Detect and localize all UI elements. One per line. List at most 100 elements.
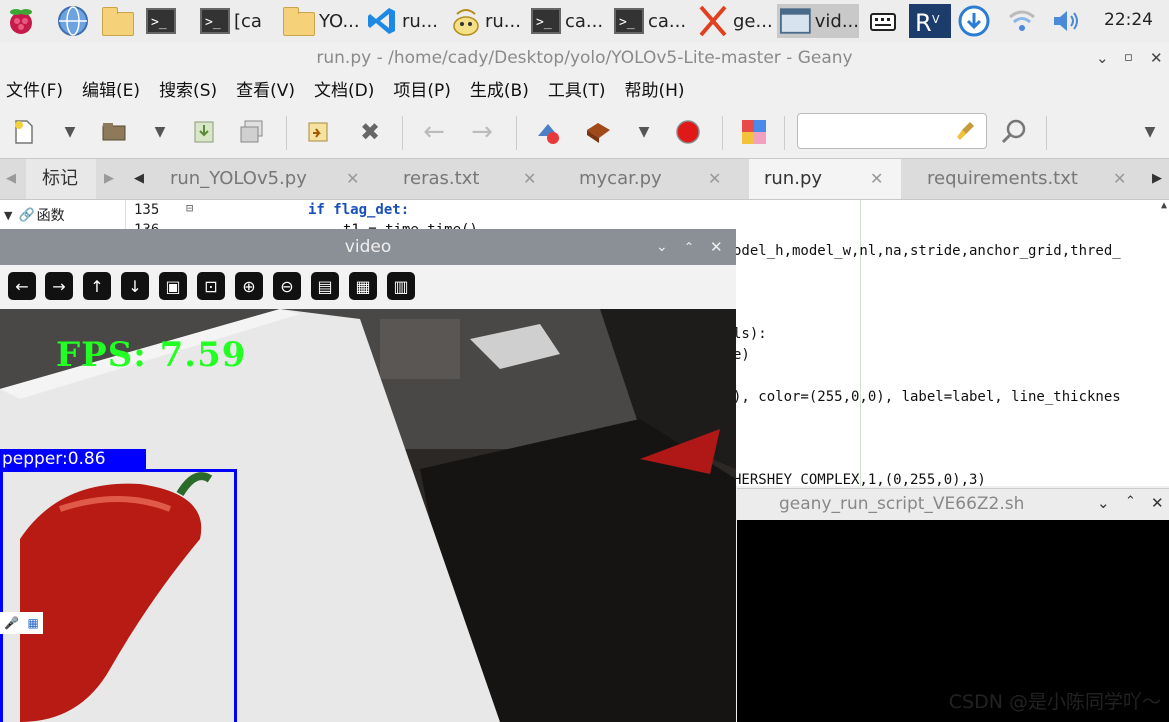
build-dropdown[interactable]: ▼ <box>630 118 658 146</box>
wifi-tray-button[interactable] <box>1006 4 1038 38</box>
close-icon[interactable]: ✕ <box>1150 42 1163 74</box>
menu-edit[interactable]: 编辑(E) <box>82 76 140 106</box>
close-icon[interactable]: ✕ <box>710 229 723 265</box>
pan-left-button[interactable]: ← <box>8 272 36 300</box>
menu-tools[interactable]: 工具(T) <box>548 76 606 106</box>
search-input[interactable] <box>797 113 987 149</box>
tab-close-icon[interactable]: ✕ <box>870 159 883 199</box>
revert-button[interactable] <box>304 118 332 146</box>
pan-up-button[interactable]: ↑ <box>83 272 111 300</box>
new-file-dropdown[interactable]: ▼ <box>56 118 84 146</box>
svg-text:R: R <box>915 9 932 37</box>
minimize-icon[interactable]: ⌄ <box>656 229 668 265</box>
nav-back-button[interactable]: ← <box>420 117 448 147</box>
close-file-button[interactable]: ✖ <box>356 118 384 146</box>
tab-run-yolov5[interactable]: run_YOLOv5.py <box>150 159 378 199</box>
zoom-in-button[interactable]: ⊕ <box>235 272 263 300</box>
taskbar-window-label: ge... <box>733 10 773 32</box>
save-all-button[interactable] <box>238 118 266 146</box>
wifi-icon <box>1009 10 1035 31</box>
terminal-icon: >_ <box>614 8 644 34</box>
sidebar-tab-symbols[interactable]: 标记 <box>26 159 96 199</box>
geany-icon <box>699 5 727 37</box>
tabs-scroll-right-icon[interactable]: ▶ <box>1152 159 1162 199</box>
compile-button[interactable] <box>534 118 562 146</box>
terminal-window-titlebar: geany_run_script_VE66Z2.sh ⌄ ⌃ ✕ <box>737 488 1169 520</box>
nav-forward-button[interactable]: → <box>468 117 496 147</box>
search-button[interactable] <box>1000 118 1028 146</box>
save-image-button[interactable]: ▤ <box>311 272 339 300</box>
symbol-tree-item[interactable]: ▼ 🔗 函数 <box>4 205 65 225</box>
tab-close-icon[interactable]: ✕ <box>523 159 536 199</box>
fold-marker-icon[interactable]: ⊟ <box>186 201 193 215</box>
open-file-dropdown[interactable]: ▼ <box>146 118 174 146</box>
menu-project[interactable]: 项目(P) <box>393 76 451 106</box>
toolbar-overflow-button[interactable]: ▼ <box>1136 118 1164 146</box>
zoom-in-icon: ⊕ <box>242 276 256 296</box>
tabs-scroll-left-icon[interactable]: ◀ <box>134 159 144 199</box>
zoom-out-button[interactable]: ⊖ <box>273 272 301 300</box>
taskbar-window-terminal-2[interactable]: >_ ca... <box>531 4 611 38</box>
menu-document[interactable]: 文档(D) <box>314 76 374 106</box>
tab-requirements[interactable]: requirements.txt <box>902 159 1142 199</box>
arrow-left-icon: ← <box>15 276 29 296</box>
menu-help[interactable]: 帮助(H) <box>625 76 685 106</box>
video-window-title: video <box>344 237 392 257</box>
function-icon: 🔗 <box>18 207 35 223</box>
pan-down-button[interactable]: ↓ <box>121 272 149 300</box>
zoom-fit-button[interactable]: ▣ <box>159 272 187 300</box>
sidebar-scroll-left-icon[interactable]: ◀ <box>6 159 16 199</box>
copy-image-button[interactable]: ▦ <box>349 272 377 300</box>
new-file-button[interactable] <box>10 118 38 146</box>
scroll-up-icon[interactable]: ▲ <box>1161 200 1167 211</box>
tab-close-icon[interactable]: ✕ <box>346 159 359 199</box>
menu-file[interactable]: 文件(F) <box>6 76 63 106</box>
sidebar-scroll-right-icon[interactable]: ▶ <box>104 159 114 199</box>
clear-brush-icon[interactable] <box>956 120 976 146</box>
tab-bar: ◀ 标记 ▶ ◀ run_YOLOv5.py ✕ reras.txt ✕ myc… <box>0 158 1169 200</box>
terminal-launcher[interactable]: >_ <box>146 4 176 38</box>
open-file-button[interactable] <box>100 118 128 146</box>
maximize-icon[interactable]: ▫ <box>1124 42 1133 74</box>
save-button[interactable] <box>190 118 218 146</box>
taskbar-window-terminal-3[interactable]: >_ ca... <box>614 4 694 38</box>
maximize-icon[interactable]: ⌃ <box>684 229 694 265</box>
video-window-titlebar: video ⌄ ⌃ ✕ <box>0 229 736 265</box>
stop-button[interactable] <box>674 118 702 146</box>
taskbar-window-python[interactable]: ru... <box>449 4 531 38</box>
minimize-icon[interactable]: ⌄ <box>1096 42 1109 74</box>
properties-button[interactable]: ▥ <box>387 272 415 300</box>
build-button[interactable] <box>584 118 612 146</box>
tab-close-icon[interactable]: ✕ <box>1113 159 1126 199</box>
compile-icon <box>538 124 559 144</box>
browser-launcher[interactable] <box>56 4 90 38</box>
zoom-original-button[interactable]: ⊡ <box>197 272 225 300</box>
raspberry-menu-button[interactable] <box>4 4 38 38</box>
folder-icon <box>283 7 315 36</box>
taskbar-window-video[interactable]: vid... <box>777 4 859 38</box>
folder-icon <box>102 7 134 36</box>
menu-view[interactable]: 查看(V) <box>236 76 295 106</box>
keyboard-tray-button[interactable] <box>868 4 898 38</box>
taskbar-window-folder[interactable]: YO... <box>283 4 361 38</box>
taskbar-window-terminal-1[interactable]: >_ [ca <box>200 4 278 38</box>
taskbar-window-label: ca... <box>648 10 687 32</box>
volume-tray-button[interactable] <box>1050 4 1084 38</box>
ime-floating-widget[interactable]: 🎤 ▦ <box>0 612 43 634</box>
update-tray-button[interactable] <box>957 4 991 38</box>
tab-close-icon[interactable]: ✕ <box>708 159 721 199</box>
taskbar-window-geany[interactable]: ge... <box>697 4 773 38</box>
pan-right-button[interactable]: → <box>45 272 73 300</box>
minimize-icon[interactable]: ⌄ <box>1097 494 1110 512</box>
file-manager-launcher[interactable] <box>102 4 134 38</box>
menu-build[interactable]: 生成(B) <box>470 76 529 106</box>
vnc-tray-button[interactable]: R V <box>909 4 951 38</box>
close-icon[interactable]: ✕ <box>1151 494 1164 512</box>
vnc-icon: R V <box>909 4 951 38</box>
color-chooser-button[interactable] <box>740 118 768 146</box>
menu-search[interactable]: 搜索(S) <box>159 76 217 106</box>
maximize-icon[interactable]: ⌃ <box>1125 494 1136 509</box>
arrow-down-icon: ↓ <box>128 276 142 296</box>
taskbar-window-vscode[interactable]: ru... <box>366 4 446 38</box>
chevron-down-icon: ▼ <box>64 124 76 140</box>
